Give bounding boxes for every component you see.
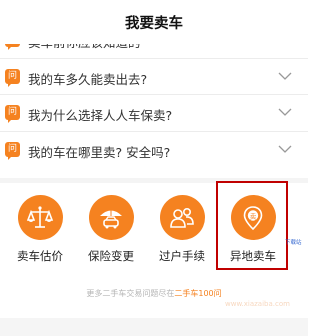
service-label: 过户手续 <box>159 249 205 263</box>
question-icon: 问 <box>5 105 20 123</box>
footer-prefix: 更多二手车交易问题尽在 <box>86 289 175 298</box>
download-site-badge: 下载站 <box>285 240 302 246</box>
page-header: 我要卖车 <box>0 0 308 44</box>
question-icon: 问 <box>5 141 20 160</box>
service-insurance-change[interactable]: 保险变更 <box>81 195 141 264</box>
people-icon <box>159 195 205 240</box>
service-transfer-procedures[interactable]: 过户手续 <box>152 195 212 264</box>
car-umbrella-icon <box>88 195 134 240</box>
faq-question: 我为什么选择人人车保卖? <box>28 108 173 123</box>
faq-question: 我的车多久能卖出去? <box>28 71 148 87</box>
question-icon: 问 <box>5 68 20 87</box>
watermark: www.xiazaiba.com <box>225 300 290 308</box>
faq-question: 我的车在哪里卖? 安全吗? <box>28 144 171 160</box>
chevron-down-icon[interactable] <box>278 144 292 154</box>
page-title: 我要卖车 <box>125 15 183 32</box>
service-label: 保险变更 <box>88 249 134 263</box>
service-sell-estimate[interactable]: 卖车估价 <box>10 195 70 264</box>
bottom-band <box>0 318 308 336</box>
service-label: 卖车估价 <box>17 249 63 263</box>
footer-link[interactable]: 二手车100问 <box>174 289 221 298</box>
scale-icon <box>17 195 63 240</box>
chevron-down-icon[interactable] <box>278 107 292 117</box>
faq-item[interactable]: 问 我的车在哪里卖? 安全吗? <box>0 132 308 169</box>
chevron-down-icon[interactable] <box>278 71 292 81</box>
faq-item[interactable]: 问 我的车多久能卖出去? <box>0 59 308 95</box>
footer-note[interactable]: 更多二手车交易问题尽在二手车100问 <box>0 288 308 299</box>
highlight-box <box>216 181 288 270</box>
faq-item[interactable]: 问 我为什么选择人人车保卖? <box>0 95 308 132</box>
